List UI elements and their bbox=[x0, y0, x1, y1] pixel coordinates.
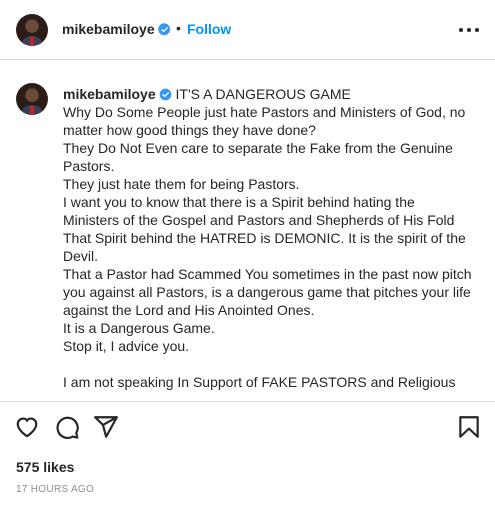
post-actions: 575 likes 17 HOURS AGO bbox=[0, 401, 495, 508]
verified-badge-icon bbox=[159, 88, 171, 101]
caption-title: IT'S A DANGEROUS GAME bbox=[175, 86, 351, 102]
caption-author-avatar[interactable] bbox=[16, 83, 48, 115]
separator-dot: • bbox=[176, 20, 181, 36]
caption-line: It is a Dangerous Game. bbox=[63, 320, 215, 336]
bookmark-icon[interactable] bbox=[456, 414, 482, 440]
caption-line: They just hate them for being Pastors. bbox=[63, 176, 300, 192]
follow-button[interactable]: Follow bbox=[187, 21, 231, 37]
author-avatar[interactable] bbox=[16, 14, 48, 46]
caption-line: I want you to know that there is a Spiri… bbox=[63, 194, 455, 228]
post-timestamp[interactable]: 17 HOURS AGO bbox=[16, 484, 94, 495]
caption-line: That Spirit behind the HATRED is DEMONIC… bbox=[63, 230, 466, 264]
caption-line: That a Pastor had Scammed You sometimes … bbox=[63, 266, 472, 318]
share-icon[interactable] bbox=[93, 414, 119, 440]
caption-text: mikebamiloye IT'S A DANGEROUS GAME Why D… bbox=[63, 85, 473, 391]
caption-line: Why Do Some People just hate Pastors and… bbox=[63, 104, 466, 138]
caption-line: Stop it, I advice you. bbox=[63, 338, 190, 354]
caption-username[interactable]: mikebamiloye bbox=[63, 86, 172, 102]
caption-section: mikebamiloye IT'S A DANGEROUS GAME Why D… bbox=[0, 61, 495, 401]
author-username[interactable]: mikebamiloye bbox=[62, 21, 171, 37]
heart-icon[interactable] bbox=[14, 414, 40, 440]
comment-icon[interactable] bbox=[54, 414, 80, 440]
likes-count[interactable]: 575 likes bbox=[16, 459, 74, 475]
caption-line: They Do Not Even care to separate the Fa… bbox=[63, 140, 453, 174]
post-header: mikebamiloye • Follow bbox=[0, 0, 495, 60]
verified-badge-icon bbox=[157, 23, 171, 36]
more-options-icon[interactable] bbox=[458, 20, 480, 40]
caption-line: I am not speaking In Support of FAKE PAS… bbox=[63, 374, 456, 390]
